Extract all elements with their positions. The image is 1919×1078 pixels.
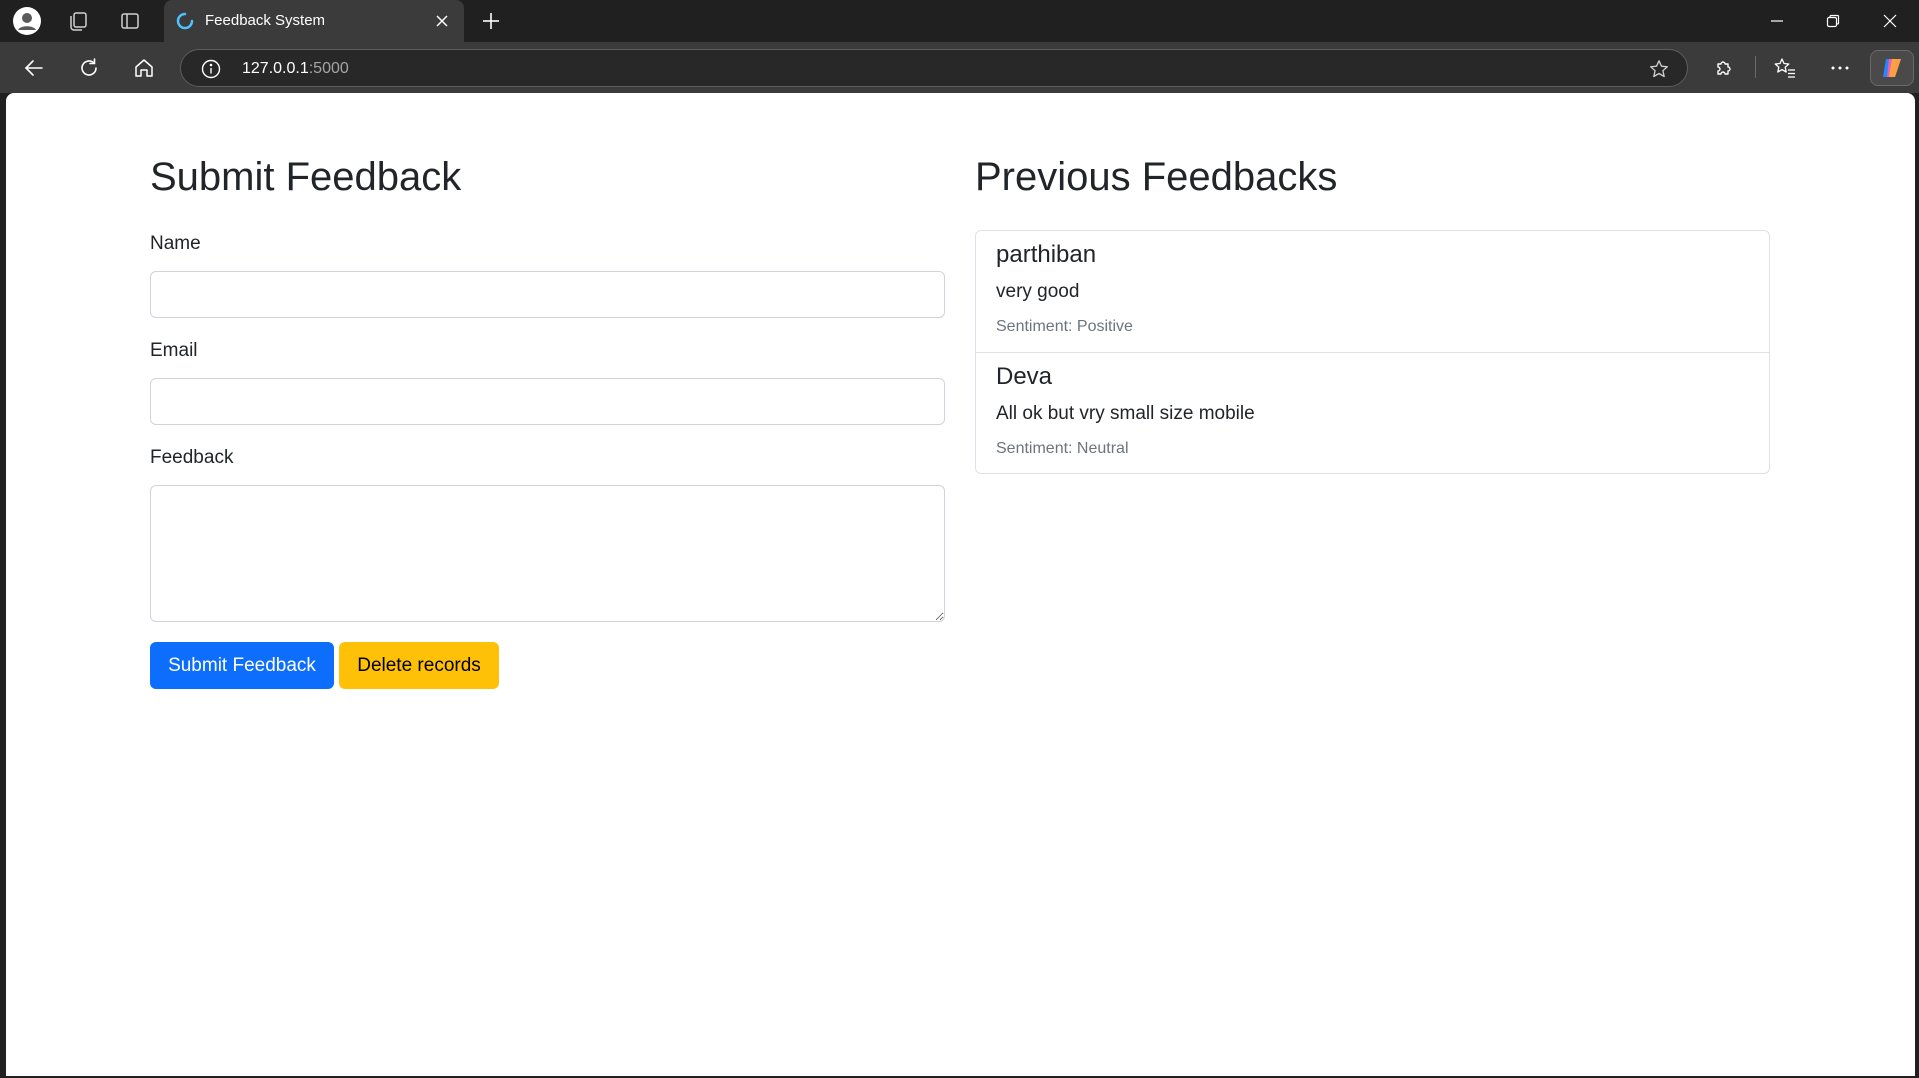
- tab-actions-icon[interactable]: [114, 5, 146, 37]
- email-input[interactable]: [150, 378, 945, 425]
- feedback-author: Deva: [996, 363, 1053, 390]
- profile-icon[interactable]: [11, 5, 43, 37]
- feedback-textarea[interactable]: [150, 485, 945, 622]
- feedback-author: parthiban: [996, 241, 1097, 268]
- back-icon[interactable]: [17, 51, 51, 85]
- site-info-icon[interactable]: [201, 59, 221, 79]
- restore-icon[interactable]: [1805, 0, 1861, 42]
- url-host: 127.0.0.1: [242, 60, 309, 77]
- feedback-list: parthiban very good Sentiment: Positive …: [975, 230, 1770, 474]
- feedback-text: All ok but vry small size mobile: [996, 403, 1255, 424]
- submit-feedback-button[interactable]: Submit Feedback: [150, 642, 334, 689]
- home-icon[interactable]: [127, 51, 161, 85]
- extensions-icon[interactable]: [1707, 51, 1741, 85]
- favorites-icon[interactable]: [1768, 51, 1802, 85]
- workspaces-icon[interactable]: [62, 5, 94, 37]
- loading-favicon-icon: [176, 12, 194, 30]
- page-viewport: Submit Feedback Name Email Feedback Subm…: [6, 93, 1915, 1076]
- address-bar[interactable]: 127.0.0.1:5000: [180, 49, 1688, 87]
- tab-title: Feedback System: [205, 12, 326, 29]
- favorite-star-icon[interactable]: [1649, 59, 1669, 79]
- name-label: Name: [150, 233, 201, 254]
- list-item: Deva All ok but vry small size mobile Se…: [976, 352, 1769, 473]
- url-text: 127.0.0.1:5000: [242, 60, 349, 78]
- name-input[interactable]: [150, 271, 945, 318]
- feedback-sentiment: Sentiment: Neutral: [996, 440, 1129, 457]
- tab-feedback-system[interactable]: Feedback System: [164, 0, 464, 42]
- feedback-text: very good: [996, 281, 1080, 302]
- feedback-sentiment: Sentiment: Positive: [996, 318, 1133, 335]
- url-port: :5000: [308, 60, 349, 77]
- close-tab-icon[interactable]: [434, 13, 450, 29]
- feedbacks-heading: Previous Feedbacks: [975, 155, 1338, 199]
- copilot-icon[interactable]: [1870, 50, 1914, 86]
- new-tab-icon[interactable]: [475, 5, 507, 37]
- toolbar-divider: [1755, 56, 1756, 78]
- browser-tab-strip: Feedback System: [0, 0, 1919, 42]
- minimize-icon[interactable]: [1749, 0, 1805, 42]
- more-options-icon[interactable]: [1823, 51, 1857, 85]
- refresh-icon[interactable]: [72, 51, 106, 85]
- close-window-icon[interactable]: [1862, 0, 1918, 42]
- delete-records-button[interactable]: Delete records: [339, 642, 499, 689]
- email-label: Email: [150, 340, 198, 361]
- form-heading: Submit Feedback: [150, 155, 462, 199]
- list-item: parthiban very good Sentiment: Positive: [976, 231, 1769, 352]
- browser-toolbar: 127.0.0.1:5000: [0, 42, 1919, 93]
- feedback-label: Feedback: [150, 447, 234, 468]
